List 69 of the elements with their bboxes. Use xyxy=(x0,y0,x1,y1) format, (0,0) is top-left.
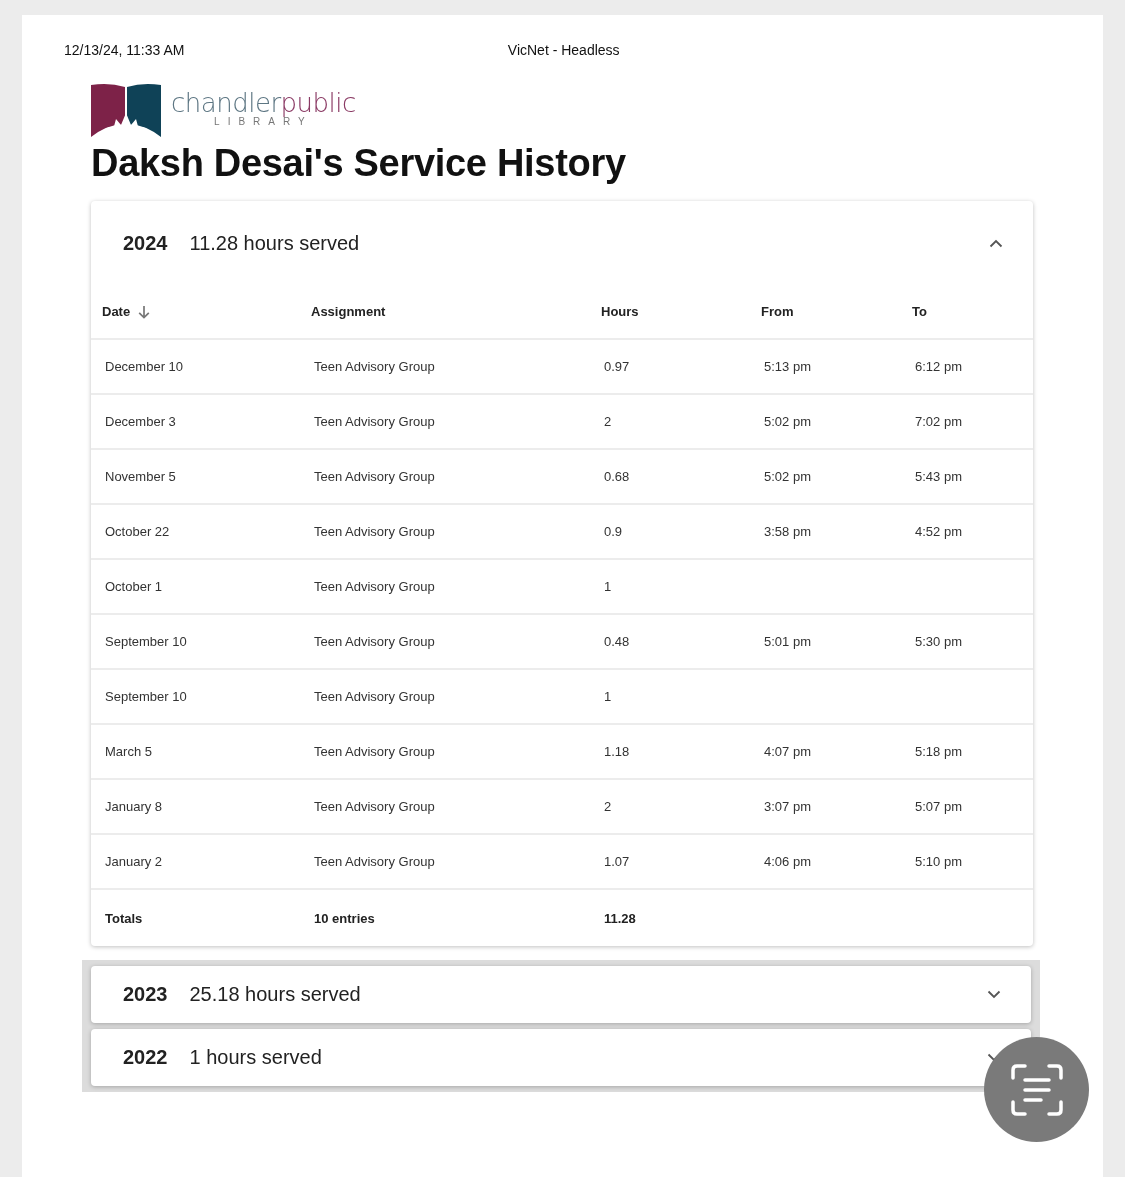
table-cell: Teen Advisory Group xyxy=(314,359,435,374)
column-header[interactable]: Hours xyxy=(601,304,639,319)
table-cell: December 10 xyxy=(105,359,184,374)
totals-label: Totals xyxy=(105,910,143,926)
table-cell: October 1 xyxy=(105,579,163,594)
totals-entries: 10 entries xyxy=(314,910,375,926)
table-cell: December 3 xyxy=(105,414,176,429)
column-header[interactable]: Assignment xyxy=(311,304,386,319)
library-name: chandlerpublic xyxy=(171,87,356,118)
table-cell: Teen Advisory Group xyxy=(314,799,435,814)
table-cell: 0.48 xyxy=(604,634,630,649)
arrow-down-icon[interactable] xyxy=(138,304,151,319)
chevron-up-icon[interactable] xyxy=(989,238,1003,248)
print-date: 12/13/24, 11:33 AM xyxy=(64,42,185,58)
table-cell: 7:02 pm xyxy=(915,414,962,429)
table-cell: Teen Advisory Group xyxy=(314,854,435,869)
table-cell: 2 xyxy=(604,414,612,429)
table-cell: Teen Advisory Group xyxy=(314,634,435,649)
text-scan-icon xyxy=(1008,1061,1065,1118)
year-label: 2023 xyxy=(123,983,168,1006)
year-label: 2022 xyxy=(123,1046,168,1069)
year-label: 2024 xyxy=(123,231,168,255)
table-cell: 0.97 xyxy=(604,359,630,374)
table-cell: Teen Advisory Group xyxy=(314,469,435,484)
table-cell: 3:07 pm xyxy=(764,799,811,814)
table-cell: 5:18 pm xyxy=(915,744,962,759)
table-cell: 5:07 pm xyxy=(915,799,962,814)
table-cell: 1.07 xyxy=(604,854,630,869)
table-cell: 2 xyxy=(604,799,612,814)
book-logo-icon xyxy=(91,83,161,137)
hours-summary: 1 hours served xyxy=(189,1046,322,1069)
table-cell: 4:52 pm xyxy=(915,524,962,539)
table-cell: September 10 xyxy=(105,634,187,649)
table-cell: Teen Advisory Group xyxy=(314,414,435,429)
table-cell: 5:02 pm xyxy=(764,469,811,484)
table-cell: 0.9 xyxy=(604,524,623,539)
table-cell: 1.18 xyxy=(604,744,630,759)
table-cell: October 22 xyxy=(105,524,170,539)
table-cell: 5:43 pm xyxy=(915,469,962,484)
table-cell: 0.68 xyxy=(604,469,630,484)
table-cell: January 8 xyxy=(105,799,163,814)
table-cell: Teen Advisory Group xyxy=(314,579,435,594)
table-cell: 5:02 pm xyxy=(764,414,811,429)
table-cell: Teen Advisory Group xyxy=(314,524,435,539)
hours-summary: 25.18 hours served xyxy=(189,983,361,1006)
table-cell: Teen Advisory Group xyxy=(314,744,435,759)
table-cell: September 10 xyxy=(105,689,187,704)
table-cell: 5:01 pm xyxy=(764,634,811,649)
print-title: VicNet - Headless xyxy=(507,42,620,58)
table-cell: 5:13 pm xyxy=(764,359,811,374)
table-cell: 5:30 pm xyxy=(915,634,962,649)
table-cell: November 5 xyxy=(105,469,176,484)
hours-summary: 11.28 hours served xyxy=(189,231,360,255)
page-title: Daksh Desai's Service History xyxy=(91,142,627,185)
table-cell: 6:12 pm xyxy=(915,359,962,374)
table-cell: 1 xyxy=(604,579,612,594)
table-cell: January 2 xyxy=(105,854,163,869)
table-cell: 4:07 pm xyxy=(764,744,811,759)
chevron-down-icon[interactable] xyxy=(987,990,1001,999)
table-cell: Teen Advisory Group xyxy=(314,689,435,704)
table-cell: 1 xyxy=(604,689,612,704)
table-cell: 5:10 pm xyxy=(915,854,962,869)
totals-hours: 11.28 xyxy=(604,910,636,926)
table-cell: 4:06 pm xyxy=(764,854,811,869)
table-cell: 3:58 pm xyxy=(764,524,811,539)
table-cell: March 5 xyxy=(105,744,152,759)
column-header[interactable]: From xyxy=(761,304,794,319)
column-header[interactable]: Date xyxy=(102,304,131,319)
column-header[interactable]: To xyxy=(912,304,927,319)
